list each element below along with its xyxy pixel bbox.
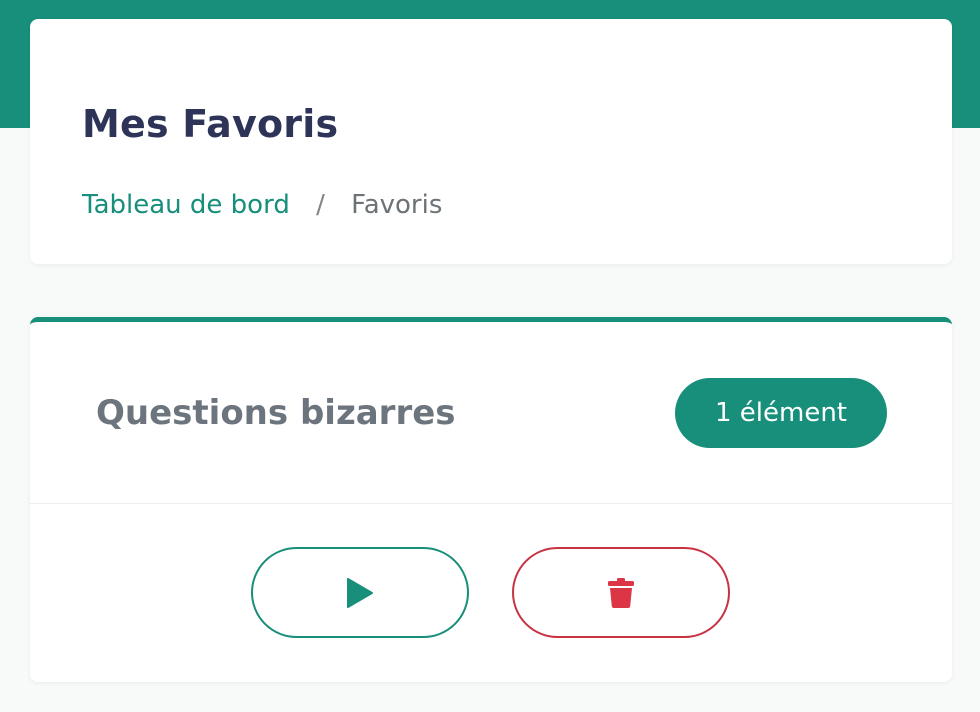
breadcrumb-link-dashboard[interactable]: Tableau de bord bbox=[82, 190, 290, 220]
breadcrumb-current: Favoris bbox=[351, 190, 443, 220]
favorite-list-title: Questions bizarres bbox=[96, 393, 456, 433]
item-count-badge: 1 élément bbox=[675, 378, 887, 448]
delete-button[interactable] bbox=[512, 547, 730, 638]
breadcrumb-separator: / bbox=[316, 190, 325, 220]
page-title: Mes Favoris bbox=[82, 102, 339, 146]
play-button[interactable] bbox=[251, 547, 469, 638]
card-divider bbox=[30, 503, 952, 504]
favorite-list-card: Questions bizarres 1 élément bbox=[30, 317, 952, 682]
breadcrumb: Tableau de bord / Favoris bbox=[82, 187, 442, 223]
trash-icon bbox=[607, 577, 635, 609]
play-icon bbox=[345, 577, 375, 609]
page-header-card: Mes Favoris Tableau de bord / Favoris bbox=[30, 19, 952, 264]
